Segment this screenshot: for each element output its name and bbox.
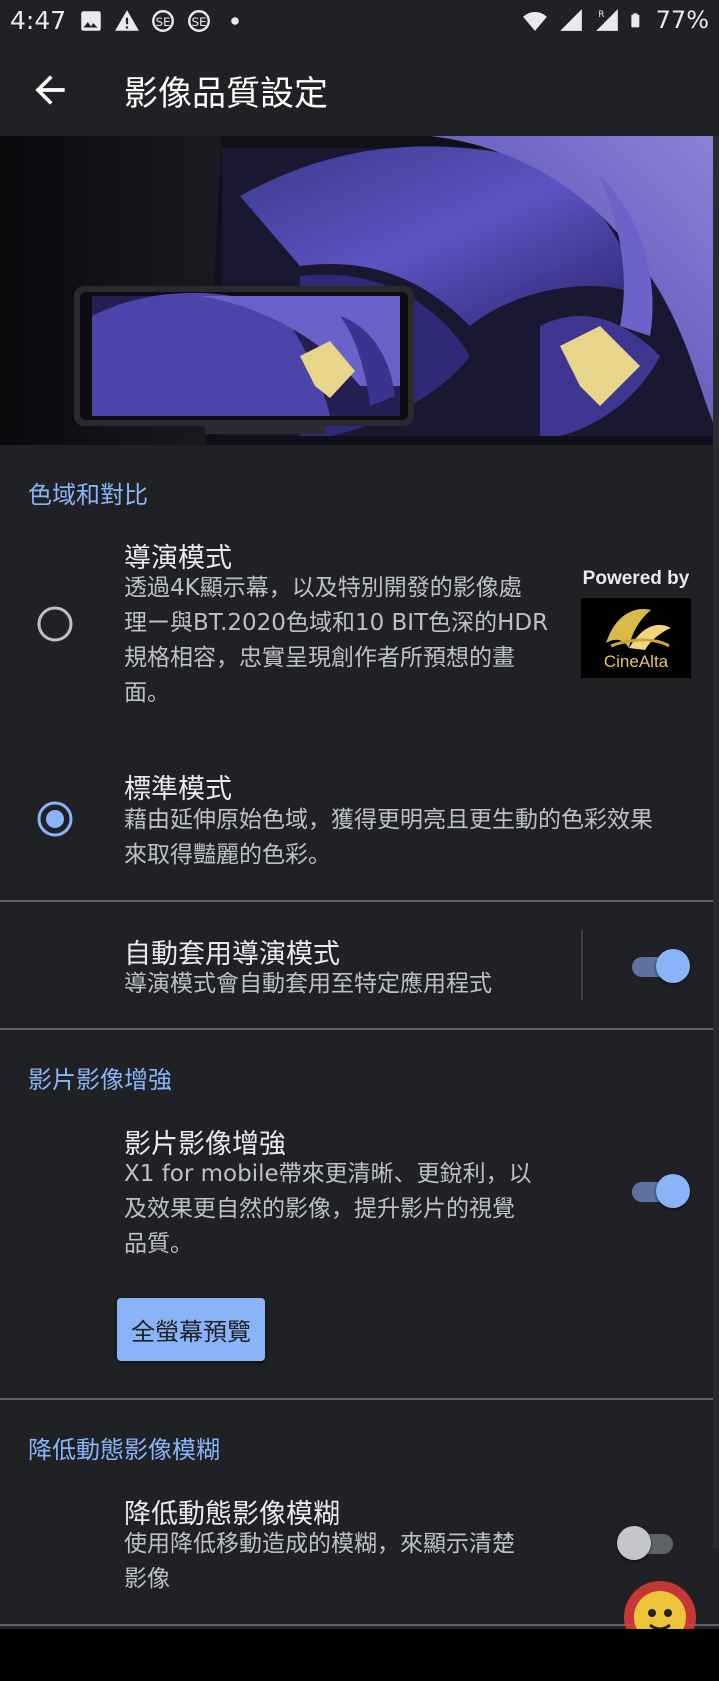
wifi-icon <box>522 12 547 31</box>
page-title: 影像品質設定 <box>124 74 328 114</box>
cinealta-logo: CineAlta <box>581 598 691 678</box>
alert-icon <box>115 10 139 31</box>
director-mode-desc: 透過4K顯示幕，以及特別開發的影像處 理ー與BT.2020色域和10 BIT色深… <box>124 571 564 711</box>
director-mode-title: 導演模式 <box>124 543 232 574</box>
signal-icon <box>559 9 582 31</box>
signal-roaming-icon: R <box>595 9 618 31</box>
divider <box>0 1398 719 1400</box>
director-mode-desc-line: 透過4K顯示幕，以及特別開發的影像處 <box>124 575 522 601</box>
video-enhance-desc-line: X1 for mobile帶來更清晰、更銳利，以 <box>124 1161 532 1187</box>
vertical-separator <box>581 930 583 1000</box>
motion-blur-desc-line: 使用降低移動造成的模糊，來顯示清楚 <box>124 1531 515 1557</box>
switch-thumb <box>617 1526 651 1560</box>
motion-blur-desc-line: 影像 <box>124 1566 170 1592</box>
hero-image <box>0 136 719 445</box>
auto-director-title: 自動套用導演模式 <box>124 939 340 970</box>
divider <box>0 900 719 902</box>
arrow-back-icon[interactable] <box>28 68 72 112</box>
video-enhance-desc-line: 及效果更自然的影像，提升影片的視覺 <box>124 1196 515 1222</box>
standard-mode-title: 標準模式 <box>124 774 232 805</box>
section-header-video-enhance: 影片影像增強 <box>28 1066 172 1094</box>
motion-blur-desc: 使用降低移動造成的模糊，來顯示清楚 影像 <box>124 1527 564 1597</box>
director-mode-desc-line: 規格相容，忠實呈現創作者所預想的畫 <box>124 645 515 671</box>
radio-director-mode[interactable] <box>36 605 74 643</box>
powered-by-label: Powered by <box>582 568 690 589</box>
fullscreen-preview-button[interactable]: 全螢幕預覽 <box>117 1298 265 1361</box>
motion-blur-switch[interactable] <box>617 1526 679 1560</box>
app-bar: 影像品質設定 <box>0 44 719 136</box>
video-enhance-desc-line: 品質。 <box>124 1231 193 1257</box>
standard-mode-desc-line: 藉由延伸原始色域，獲得更明亮且更生動的色彩效果 <box>124 807 653 833</box>
standard-mode-desc: 藉由延伸原始色域，獲得更明亮且更生動的色彩效果 來取得豔麗的色彩。 <box>124 803 694 873</box>
battery-icon <box>630 13 639 28</box>
switch-thumb <box>656 1174 690 1208</box>
navigation-bar <box>0 1629 719 1681</box>
video-enhance-title: 影片影像增強 <box>124 1129 286 1160</box>
scrollbar[interactable] <box>713 136 719 1548</box>
video-enhance-switch[interactable] <box>628 1174 690 1208</box>
standard-mode-desc-line: 來取得豔麗的色彩。 <box>124 842 331 868</box>
divider <box>0 1028 719 1030</box>
radio-standard-mode[interactable] <box>36 800 74 838</box>
motion-blur-title: 降低動態影像模糊 <box>124 1499 340 1530</box>
hero-illustration <box>0 136 719 445</box>
auto-director-switch[interactable] <box>628 949 690 983</box>
video-enhance-desc: X1 for mobile帶來更清晰、更銳利，以 及效果更自然的影像，提升影片的… <box>124 1157 564 1262</box>
cinealta-badge: Powered by CineAlta <box>576 568 696 678</box>
section-header-color: 色域和對比 <box>28 481 148 509</box>
cinealta-logo-text: CineAlta <box>603 652 669 671</box>
sync-icon: SE <box>152 10 174 32</box>
dot-icon <box>231 17 239 25</box>
director-mode-desc-line: 理ー與BT.2020色域和10 BIT色深的HDR <box>124 610 549 636</box>
svg-text:R: R <box>598 10 604 20</box>
svg-text:SE: SE <box>155 15 170 29</box>
status-bar: 4:47 SE SE R 77% <box>0 0 719 44</box>
section-header-motion-blur: 降低動態影像模糊 <box>28 1436 220 1464</box>
battery-percent: 77% <box>655 6 709 34</box>
cinealta-emblem-icon <box>606 608 671 650</box>
status-time: 4:47 <box>10 6 67 35</box>
auto-director-desc: 導演模式會自動套用至特定應用程式 <box>124 971 492 997</box>
switch-thumb <box>656 949 690 983</box>
sync-icon: SE <box>188 10 210 32</box>
director-mode-desc-line: 面。 <box>124 680 170 706</box>
svg-text:SE: SE <box>191 15 206 29</box>
image-icon <box>81 11 101 31</box>
